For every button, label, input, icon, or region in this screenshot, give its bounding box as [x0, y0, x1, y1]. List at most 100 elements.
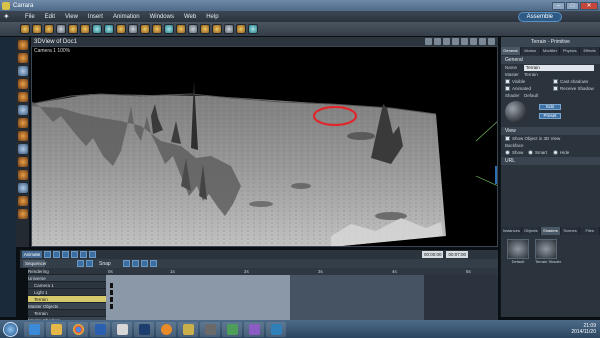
tree-row-universe[interactable]: Universe [28, 275, 106, 282]
taskbar-media[interactable] [156, 321, 176, 337]
tab-shaders[interactable]: Shaders [541, 227, 561, 235]
preset-shader-button[interactable]: Preset [539, 112, 561, 119]
taskbar-app-12[interactable] [266, 321, 286, 337]
tree-tool-icon[interactable] [152, 24, 162, 34]
render-preview-icon[interactable] [443, 38, 450, 45]
show-in-3d-checkbox[interactable]: Show Object in 3D View [505, 136, 585, 141]
menu-view[interactable]: View [60, 14, 83, 20]
scale-tool-icon[interactable] [56, 24, 66, 34]
key-remove-button[interactable] [86, 260, 93, 267]
figure-icon[interactable] [248, 24, 258, 34]
taskbar-ie[interactable] [24, 321, 44, 337]
section-view[interactable]: View [501, 127, 600, 135]
taskbar-chrome[interactable] [68, 321, 88, 337]
tab-effects[interactable]: Effects [580, 47, 600, 55]
timeline-ruler[interactable]: 0s 1s 2s 3s 4s 5s [106, 268, 498, 275]
paint-tool-icon[interactable] [18, 92, 28, 102]
grid-toggle-icon[interactable] [452, 38, 459, 45]
step-back-button[interactable] [53, 251, 60, 258]
taskbar-paint[interactable] [112, 321, 132, 337]
zoom-tool-icon[interactable] [18, 79, 28, 89]
shader-preview-sphere[interactable] [505, 101, 527, 123]
render-icon[interactable] [164, 24, 174, 34]
split-view-icon[interactable] [479, 38, 486, 45]
timeline-track-area[interactable]: 0s 1s 2s 3s 4s 5s [106, 268, 498, 322]
modeler-icon[interactable] [200, 24, 210, 34]
menu-windows[interactable]: Windows [145, 14, 179, 20]
link-icon[interactable] [236, 24, 246, 34]
menu-insert[interactable]: Insert [83, 14, 108, 20]
bones-tool-icon[interactable] [18, 118, 28, 128]
tab-files[interactable]: Files [580, 227, 600, 235]
3d-viewport[interactable]: Camera 1 100% [31, 46, 498, 247]
tab-instances[interactable]: Instances [502, 227, 522, 235]
end-time-field[interactable]: 00:07:00 [446, 251, 468, 258]
system-tray-clock[interactable]: 21:09 2014/11/20 [571, 323, 596, 335]
tree-row-light[interactable]: Light 1 [28, 289, 106, 296]
go-end-button[interactable] [80, 251, 87, 258]
camera-select-icon[interactable] [425, 38, 432, 45]
taskbar-app-10[interactable] [222, 321, 242, 337]
hand-tool-icon[interactable] [18, 53, 28, 63]
room-assemble-button[interactable]: Assemble [517, 11, 562, 22]
move-tool-icon[interactable] [32, 24, 42, 34]
taskbar-app-11[interactable] [244, 321, 264, 337]
tab-modifier[interactable]: Modifier [541, 47, 561, 55]
loop-button[interactable] [89, 251, 96, 258]
sphere-primitive-icon[interactable] [92, 24, 102, 34]
plane-primitive-icon[interactable] [128, 24, 138, 34]
edit-shader-button[interactable]: Edit [539, 103, 561, 110]
link-tool-icon[interactable] [18, 131, 28, 141]
tree-row-master-terrain[interactable]: Terrain [28, 310, 106, 317]
backface-smart-radio[interactable]: Smart [528, 150, 550, 155]
light-tool-icon[interactable] [80, 24, 90, 34]
tree-row-terrain-selected[interactable]: Terrain [28, 296, 106, 303]
backface-hide-radio[interactable]: Hide [553, 150, 573, 155]
shadow-toggle-icon[interactable] [461, 38, 468, 45]
close-button[interactable]: ✕ [580, 1, 598, 10]
terrain-tool-icon[interactable] [140, 24, 150, 34]
taskbar-carrara[interactable] [178, 321, 198, 337]
dolly-tool-icon[interactable] [18, 66, 28, 76]
arrow-tool-icon[interactable] [18, 40, 28, 50]
visible-checkbox[interactable]: Visible [505, 79, 550, 84]
track-tool-icon[interactable] [18, 144, 28, 154]
key-add-button[interactable] [77, 260, 84, 267]
taskbar-explorer[interactable] [46, 321, 66, 337]
select-tool-icon[interactable] [20, 24, 30, 34]
fit-view-icon[interactable] [18, 209, 28, 219]
pan-tool-icon[interactable] [18, 183, 28, 193]
camera-tool-icon[interactable] [68, 24, 78, 34]
menu-web[interactable]: Web [179, 14, 201, 20]
menu-help[interactable]: Help [201, 14, 223, 20]
play-button[interactable] [62, 251, 69, 258]
fast-render-icon[interactable] [176, 24, 186, 34]
name-field[interactable]: Terrain [524, 64, 594, 71]
tree-row-master-objects[interactable]: Master Objects [28, 303, 106, 310]
maximize-button[interactable]: □ [566, 1, 579, 10]
text-icon[interactable] [212, 24, 222, 34]
section-url[interactable]: URL [501, 157, 600, 165]
tab-general[interactable]: General [501, 47, 521, 55]
cast-shadows-checkbox[interactable]: Cast shadows [553, 79, 598, 84]
carrara-logo-icon[interactable]: ✦ [3, 12, 17, 21]
snap-toggle[interactable]: Snap [99, 261, 111, 267]
tween-discrete-button[interactable] [140, 260, 148, 267]
taskbar-word[interactable] [90, 321, 110, 337]
tween-linear-button[interactable] [122, 260, 130, 267]
rotate-tool-icon[interactable] [44, 24, 54, 34]
keyframe-marker[interactable] [110, 304, 113, 309]
taskbar-photoshop[interactable] [134, 321, 154, 337]
magnet-tool-icon[interactable] [18, 170, 28, 180]
start-button[interactable] [3, 321, 18, 337]
step-forward-button[interactable] [71, 251, 78, 258]
cube-primitive-icon[interactable] [104, 24, 114, 34]
keyframe-marker[interactable] [110, 290, 113, 295]
orbit-tool-icon[interactable] [18, 196, 28, 206]
cone-primitive-icon[interactable] [116, 24, 126, 34]
menu-edit[interactable]: Edit [40, 14, 60, 20]
receive-shadow-checkbox[interactable]: Receive Shadow [553, 86, 598, 91]
current-time-field[interactable]: 00:00:00 [421, 251, 444, 258]
shader-value[interactable]: Default [524, 93, 540, 98]
tab-physics[interactable]: Physics [560, 47, 581, 55]
